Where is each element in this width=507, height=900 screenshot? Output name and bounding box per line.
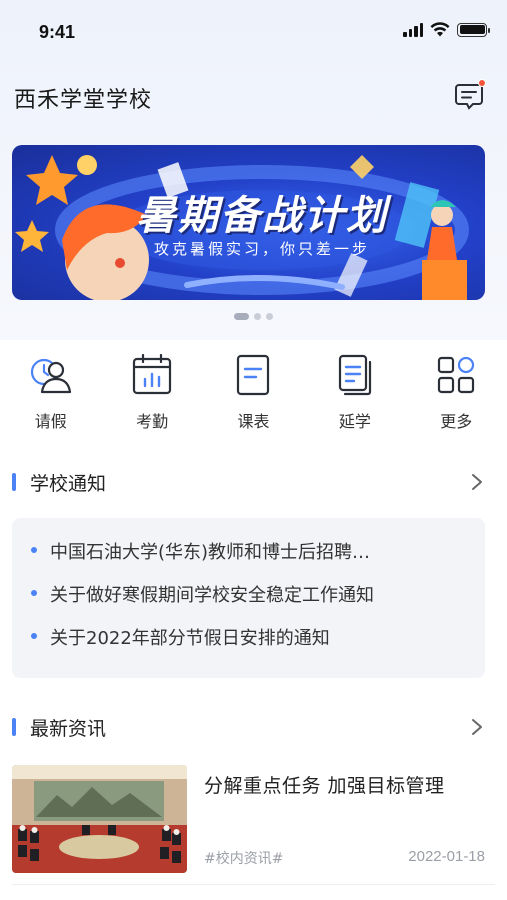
notices-section-header: 学校通知 bbox=[0, 467, 507, 497]
section-title: 学校通知 bbox=[30, 473, 107, 495]
banner-title: 暑期备战计划 bbox=[136, 193, 388, 239]
notice-text: 中国石油大学(华东)教师和博士后招聘… bbox=[50, 542, 371, 563]
notice-text: 关于2022年部分节假日安排的通知 bbox=[50, 628, 330, 649]
meeting-room-photo bbox=[12, 765, 187, 873]
quick-action-label: 考勤 bbox=[136, 412, 169, 431]
divider bbox=[12, 884, 495, 885]
news-item[interactable]: 分解重点任务 加强目标管理 #校内资讯# 2022-01-18 bbox=[12, 763, 495, 873]
news-category-tag: #校内资讯# bbox=[204, 851, 284, 867]
school-name: 西禾学堂学校 bbox=[14, 88, 153, 113]
quick-action-more[interactable]: 更多 bbox=[406, 352, 507, 432]
quick-action-attendance[interactable]: 考勤 bbox=[101, 352, 202, 432]
carousel-dot[interactable] bbox=[266, 313, 273, 320]
news-section-header: 最新资讯 bbox=[0, 712, 507, 742]
section-accent-bar bbox=[12, 473, 16, 491]
chevron-right-icon[interactable] bbox=[467, 471, 487, 493]
notice-item[interactable]: 关于2022年部分节假日安排的通知 bbox=[12, 624, 485, 667]
status-icons bbox=[403, 22, 490, 37]
extended-study-icon bbox=[338, 354, 371, 396]
quick-action-leave[interactable]: 请假 bbox=[0, 352, 101, 432]
carousel-dot[interactable] bbox=[254, 313, 261, 320]
wifi-icon bbox=[430, 22, 450, 37]
news-thumbnail bbox=[12, 765, 187, 873]
promo-banner[interactable]: 暑期备战计划 攻克暑假实习，你只差一步 bbox=[12, 145, 485, 300]
bullet-dot bbox=[31, 547, 37, 553]
unread-dot bbox=[478, 79, 486, 87]
bullet-dot bbox=[31, 633, 37, 639]
quick-action-label: 延学 bbox=[338, 412, 371, 431]
quick-action-extended-study[interactable]: 延学 bbox=[304, 352, 405, 432]
notice-text: 关于做好寒假期间学校安全稳定工作通知 bbox=[50, 585, 374, 606]
more-apps-icon bbox=[438, 356, 475, 394]
quick-action-label: 课表 bbox=[237, 412, 270, 431]
banner-subtitle: 攻克暑假实习，你只差一步 bbox=[153, 240, 370, 258]
app-header: 西禾学堂学校 bbox=[0, 72, 507, 120]
notice-item[interactable]: 关于做好寒假期间学校安全稳定工作通知 bbox=[12, 581, 485, 624]
quick-action-label: 更多 bbox=[440, 412, 473, 431]
attendance-icon bbox=[132, 353, 172, 395]
carousel-indicator bbox=[0, 313, 507, 320]
news-date: 2022-01-18 bbox=[408, 848, 485, 865]
carousel-dot[interactable] bbox=[234, 313, 249, 320]
notice-list: 中国石油大学(华东)教师和博士后招聘… 关于做好寒假期间学校安全稳定工作通知 关… bbox=[12, 518, 485, 678]
message-button[interactable] bbox=[453, 79, 486, 112]
leave-request-icon bbox=[30, 358, 71, 394]
status-time: 9:41 bbox=[39, 22, 76, 42]
quick-action-label: 请假 bbox=[34, 412, 67, 431]
chevron-right-icon[interactable] bbox=[467, 716, 487, 738]
notice-item[interactable]: 中国石油大学(华东)教师和博士后招聘… bbox=[12, 538, 485, 581]
news-title: 分解重点任务 加强目标管理 bbox=[204, 775, 445, 797]
status-bar: 9:41 bbox=[0, 0, 507, 64]
timetable-icon bbox=[237, 354, 270, 396]
quick-actions-grid: 请假 考勤 课表 延学 更多 bbox=[0, 352, 507, 432]
quick-action-timetable[interactable]: 课表 bbox=[203, 352, 304, 432]
cellular-signal-icon bbox=[403, 22, 423, 37]
section-title: 最新资讯 bbox=[30, 718, 107, 740]
bullet-dot bbox=[31, 590, 37, 596]
battery-icon bbox=[457, 22, 490, 37]
section-accent-bar bbox=[12, 718, 16, 736]
